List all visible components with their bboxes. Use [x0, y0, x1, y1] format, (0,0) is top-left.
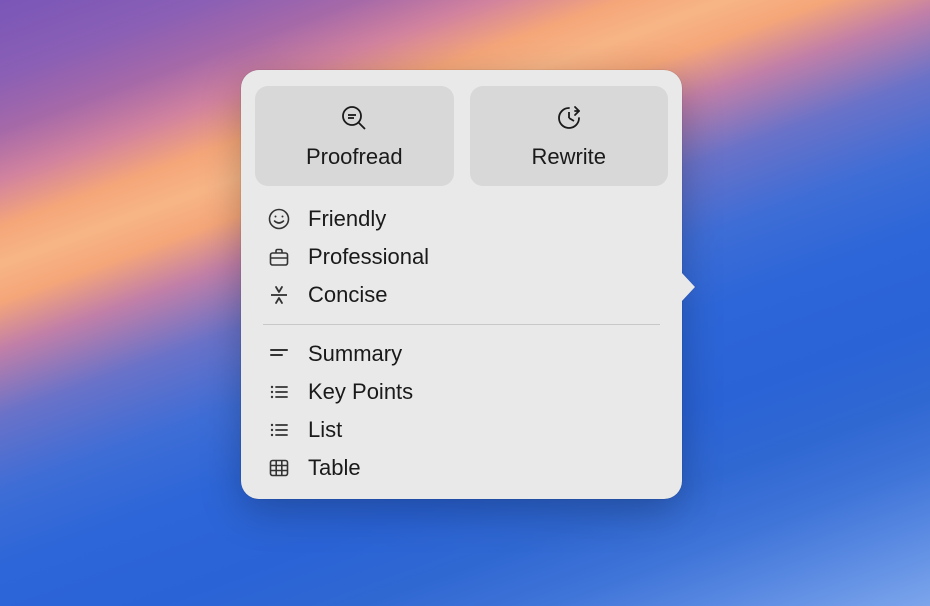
- format-section: Summary Key Points: [251, 335, 672, 487]
- tone-section: Friendly Professional Concis: [251, 200, 672, 314]
- popover-arrow: [681, 272, 695, 302]
- proofread-button[interactable]: Proofread: [255, 86, 454, 186]
- smile-icon: [267, 207, 291, 231]
- summary-label: Summary: [308, 341, 402, 367]
- concise-icon: [267, 283, 291, 307]
- writing-tools-popover: Proofread Rewrite: [241, 70, 682, 499]
- rewrite-icon: [555, 104, 583, 132]
- list-label: List: [308, 417, 342, 443]
- keypoints-item[interactable]: Key Points: [259, 373, 664, 411]
- proofread-icon: [340, 104, 368, 132]
- friendly-label: Friendly: [308, 206, 386, 232]
- section-divider: [263, 324, 660, 325]
- list-icon: [267, 418, 291, 442]
- friendly-item[interactable]: Friendly: [259, 200, 664, 238]
- keypoints-icon: [267, 380, 291, 404]
- concise-label: Concise: [308, 282, 387, 308]
- rewrite-button[interactable]: Rewrite: [470, 86, 669, 186]
- list-item[interactable]: List: [259, 411, 664, 449]
- keypoints-label: Key Points: [308, 379, 413, 405]
- table-icon: [267, 456, 291, 480]
- professional-label: Professional: [308, 244, 429, 270]
- table-label: Table: [308, 455, 361, 481]
- rewrite-label: Rewrite: [531, 144, 606, 170]
- proofread-label: Proofread: [306, 144, 403, 170]
- concise-item[interactable]: Concise: [259, 276, 664, 314]
- summary-icon: [267, 342, 291, 366]
- table-item[interactable]: Table: [259, 449, 664, 487]
- professional-item[interactable]: Professional: [259, 238, 664, 276]
- briefcase-icon: [267, 245, 291, 269]
- summary-item[interactable]: Summary: [259, 335, 664, 373]
- primary-actions: Proofread Rewrite: [251, 82, 672, 186]
